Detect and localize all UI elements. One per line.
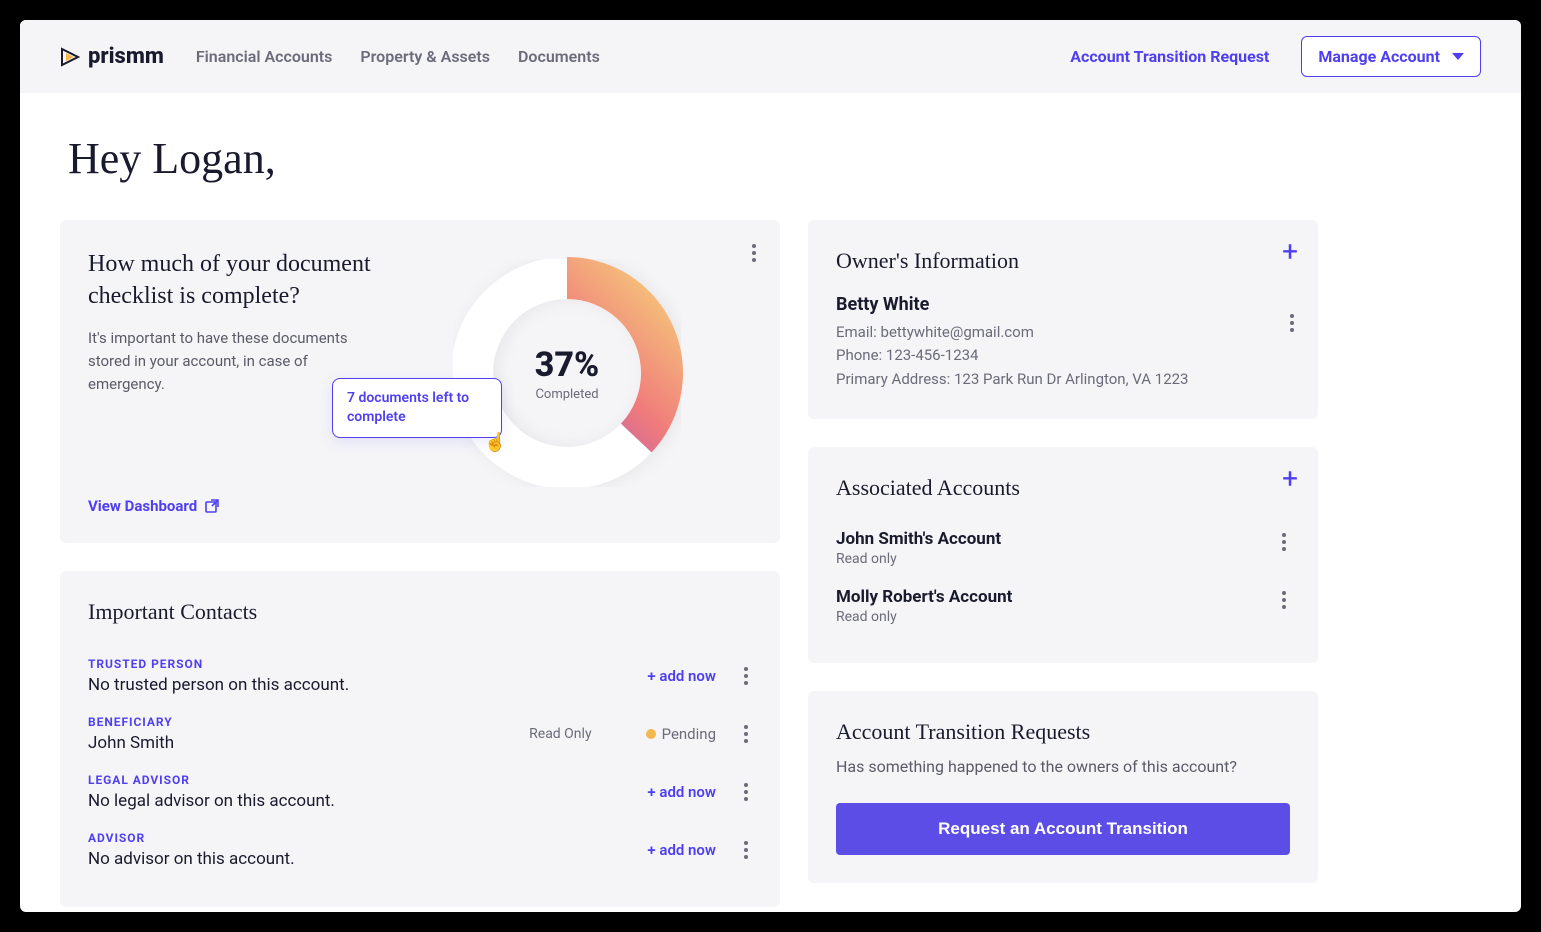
contacts-card: Important Contacts TRUSTED PERSON No tru… — [60, 571, 780, 907]
associated-name: Molly Robert's Account — [836, 587, 1012, 607]
contact-row-advisor: ADVISOR No advisor on this account. + ad… — [88, 821, 752, 879]
owner-phone-value: 123-456-1234 — [886, 346, 979, 364]
pending-badge: Pending — [646, 725, 716, 743]
owner-address: Primary Address: 123 Park Run Dr Arlingt… — [836, 368, 1290, 391]
readonly-label: Read Only — [529, 726, 591, 742]
associated-sub: Read only — [836, 551, 1001, 567]
contact-text: John Smith — [88, 733, 515, 753]
topbar: prismm Financial Accounts Property & Ass… — [20, 20, 1521, 93]
owner-email: Email: bettywhite@gmail.com — [836, 321, 1290, 344]
associated-name: John Smith's Account — [836, 529, 1001, 549]
view-dashboard-link[interactable]: View Dashboard — [88, 497, 219, 515]
associated-title: Associated Accounts — [836, 475, 1290, 501]
add-owner-button[interactable]: + — [1282, 238, 1298, 266]
owner-address-value: 123 Park Run Dr Arlington, VA 1223 — [954, 370, 1189, 388]
cursor-icon: ☝ — [484, 432, 506, 453]
owner-phone: Phone: 123-456-1234 — [836, 344, 1290, 367]
contact-role-label: LEGAL ADVISOR — [88, 773, 633, 787]
requests-description: Has something happened to the owners of … — [836, 755, 1290, 779]
logo-mark-icon — [60, 47, 80, 67]
contacts-title: Important Contacts — [88, 599, 752, 625]
brand-logo[interactable]: prismm — [60, 44, 164, 69]
pending-dot-icon — [646, 729, 656, 739]
kebab-icon[interactable] — [740, 837, 752, 863]
account-transition-link[interactable]: Account Transition Request — [1070, 47, 1269, 66]
external-link-icon — [205, 499, 219, 513]
request-transition-button[interactable]: Request an Account Transition — [836, 803, 1290, 855]
donut-tooltip: 7 documents left to complete — [332, 378, 502, 438]
contact-text: No legal advisor on this account. — [88, 791, 633, 811]
associated-card: + Associated Accounts John Smith's Accou… — [808, 447, 1318, 663]
kebab-icon[interactable] — [740, 721, 752, 747]
donut-completed-label: Completed — [535, 387, 598, 402]
add-now-button[interactable]: + add now — [647, 667, 716, 685]
contact-role-label: ADVISOR — [88, 831, 633, 845]
contact-row-legal: LEGAL ADVISOR No legal advisor on this a… — [88, 763, 752, 821]
manage-account-button[interactable]: Manage Account — [1301, 36, 1481, 77]
nav-documents[interactable]: Documents — [518, 47, 600, 66]
pending-label: Pending — [662, 725, 716, 743]
contact-text: No trusted person on this account. — [88, 675, 633, 695]
manage-account-label: Manage Account — [1318, 47, 1440, 66]
add-now-button[interactable]: + add now — [647, 783, 716, 801]
kebab-icon[interactable] — [1278, 529, 1290, 555]
add-associated-button[interactable]: + — [1282, 465, 1298, 493]
kebab-icon[interactable] — [1278, 587, 1290, 613]
associated-sub: Read only — [836, 609, 1012, 625]
progress-title: How much of your document checklist is c… — [88, 248, 388, 313]
associated-row: Molly Robert's Account Read only — [836, 577, 1290, 635]
contact-role-label: TRUSTED PERSON — [88, 657, 633, 671]
add-now-button[interactable]: + add now — [647, 841, 716, 859]
requests-card: Account Transition Requests Has somethin… — [808, 691, 1318, 883]
brand-name: prismm — [88, 44, 164, 69]
donut-percent: 37% — [535, 345, 599, 385]
contact-role-label: BENEFICIARY — [88, 715, 515, 729]
kebab-icon[interactable] — [740, 663, 752, 689]
owner-email-label: Email: — [836, 323, 877, 341]
associated-row: John Smith's Account Read only — [836, 519, 1290, 577]
nav-property-assets[interactable]: Property & Assets — [360, 47, 490, 66]
owner-name: Betty White — [836, 294, 1290, 315]
owner-phone-label: Phone: — [836, 346, 882, 364]
contact-row-trusted: TRUSTED PERSON No trusted person on this… — [88, 647, 752, 705]
page-greeting: Hey Logan, — [68, 133, 1481, 184]
progress-card: How much of your document checklist is c… — [60, 220, 780, 543]
chevron-down-icon — [1452, 53, 1464, 61]
owner-email-value: bettywhite@gmail.com — [881, 323, 1034, 341]
progress-kebab-icon[interactable] — [746, 238, 762, 268]
nav-links: Financial Accounts Property & Assets Doc… — [196, 47, 600, 66]
view-dashboard-label: View Dashboard — [88, 497, 197, 515]
donut-chart: 37% Completed 7 documents left to comple… — [442, 248, 692, 498]
owner-card: + Owner's Information Betty White Email:… — [808, 220, 1318, 419]
kebab-icon[interactable] — [1286, 310, 1298, 336]
contact-text: No advisor on this account. — [88, 849, 633, 869]
kebab-icon[interactable] — [740, 779, 752, 805]
owner-address-label: Primary Address: — [836, 370, 950, 388]
requests-title: Account Transition Requests — [836, 719, 1290, 745]
contact-row-beneficiary: BENEFICIARY John Smith Read Only Pending — [88, 705, 752, 763]
owner-title: Owner's Information — [836, 248, 1290, 274]
nav-financial-accounts[interactable]: Financial Accounts — [196, 47, 333, 66]
